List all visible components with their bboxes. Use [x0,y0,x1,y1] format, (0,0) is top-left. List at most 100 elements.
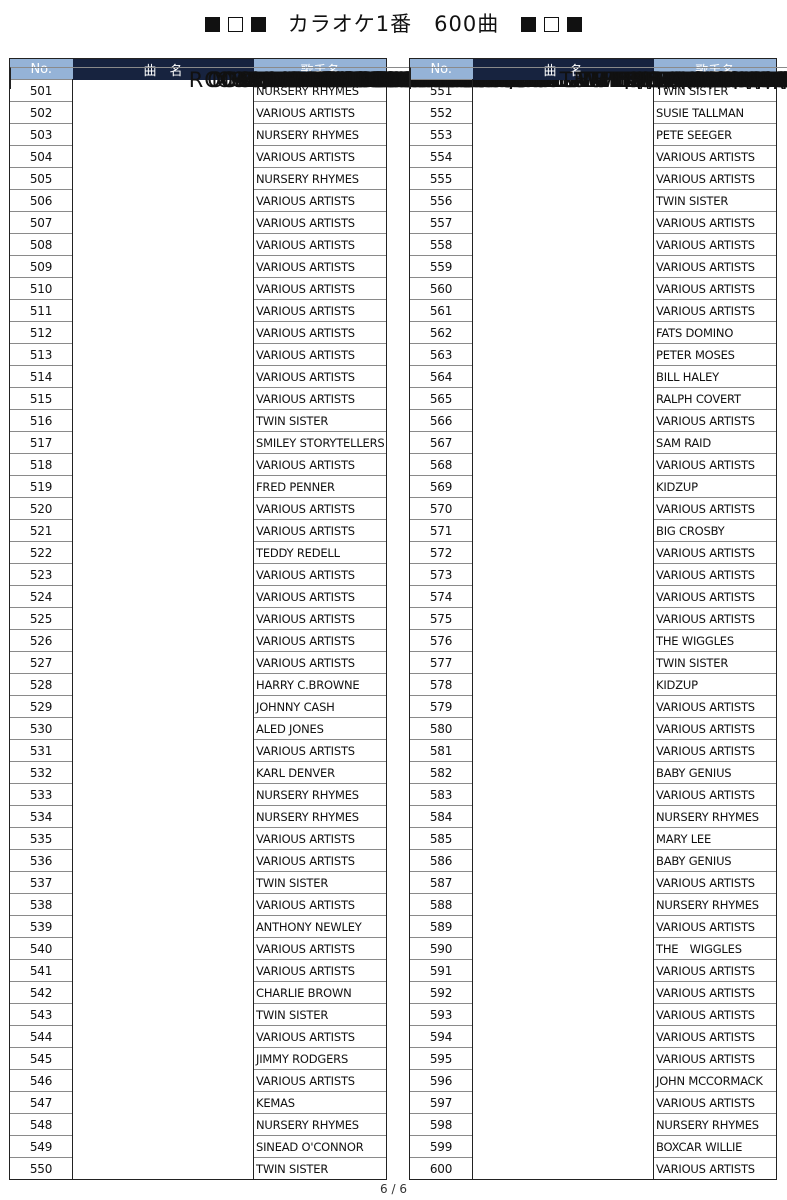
artist-name: VARIOUS ARTISTS [653,959,777,982]
song-number: 542 [9,981,73,1004]
artist-name: SUSIE TALLMAN [653,101,777,124]
song-number: 547 [9,1091,73,1114]
song-number: 600 [409,1157,473,1180]
song-number: 580 [409,717,473,740]
table-row: 582THE WHEELS ON THE BUSBABY GENIUS [409,66,787,784]
song-number: 585 [409,827,473,850]
song-number: 508 [9,233,73,256]
artist-name: KARL DENVER [252,761,388,784]
song-number: 549 [9,1135,73,1158]
table-row: 549 SILENT NIGHT!HOLY NIGHT! SINEAD O'CONN… [9,66,787,1158]
table-row: 545 RING RING THE BANJO JIMMY RODGERS [9,66,787,1070]
song-number: 527 [9,651,73,674]
title-text: カラオケ1番 600曲 [287,12,500,36]
table-row: 568THE FAREWELLVARIOUS ARTISTS [409,66,787,476]
table-row: 569THE FARMER IN THE DELLKIDZUP [409,66,787,498]
song-number: 574 [409,585,473,608]
table-row: 594VOYAGEUR'S SONGVARIOUS ARTISTS [409,66,787,1048]
song-number: 544 [9,1025,73,1048]
artist-name: VARIOUS ARTISTS [653,1091,777,1114]
artist-name: VARIOUS ARTISTS [252,563,388,586]
song-rows-left: 501 LITTLE BO PEEP NURSERY RHYMES 502 LOC'H … [9,66,787,1180]
artist-name: VARIOUS ARTISTS [653,1025,777,1048]
table-row: 535 ONLY ONE LOCK OF HER HAIR VARIOUS ARTI… [9,66,787,850]
table-row: 539 POP!GOES THE WEASEL ANTHONY NEWLEY [9,66,787,938]
song-number: 591 [409,959,473,982]
artist-name: VARIOUS ARTISTS [653,145,777,168]
song-number: 565 [409,387,473,410]
table-row: 528 OH BOYS CARRY ME'LONG HARRY C.BROWNE [9,66,787,696]
artist-name: VARIOUS ARTISTS [252,453,388,476]
artist-name: TWIN SISTER [653,651,777,674]
table-row: 513 MARCHING THROUGH GEORGIA VARIOUS ARTIS… [9,66,787,366]
table-row: 503 LONDON BRIDGE NURSERY RHYMES [9,66,787,146]
artist-name: SAM RAID [653,431,777,454]
artist-name: BOXCAR WILLIE [653,1135,777,1158]
table-row: 511 MAIDENS BRIGHT AND FAIR VARIOUS ARTIST… [9,66,787,322]
table-row: 589TOREADOR SONGVARIOUS ARTISTS [409,66,787,938]
song-number: 595 [409,1047,473,1070]
song-number: 510 [9,277,73,300]
song-number: 507 [9,211,73,234]
table-row: 579THE OLD TIMEVARIOUS ARTISTS [409,66,787,718]
artist-name: VARIOUS ARTISTS [653,453,777,476]
song-number: 599 [409,1135,473,1158]
song-number: 583 [409,783,473,806]
artist-name: BABY GENIUS [653,761,777,784]
table-row: 553SKIP TO MY LOUPETE SEEGER [409,66,787,146]
table-row: 596WHEN YOU AND I WERE YOUNG MAGGIEJOHN … [409,66,787,1092]
table-row: 519 MY GRANDFATHER'S CLOCK FRED PENNER [9,66,787,498]
table-row: 566THE BEAR WENT OVER THE MOUNTAINVARIOU… [409,66,787,432]
song-number: 578 [409,673,473,696]
song-number: 550 [9,1157,73,1180]
artist-name: PETE SEEGER [653,123,777,146]
song-number: 596 [409,1069,473,1092]
song-number: 587 [409,871,473,894]
hollow-square-icon [544,17,560,32]
song-number: 567 [409,431,473,454]
song-number: 598 [409,1113,473,1136]
song-number: 545 [9,1047,73,1070]
artist-name: VARIOUS ARTISTS [252,739,388,762]
artist-name: FATS DOMINO [653,321,777,344]
hollow-square-icon [227,17,243,32]
artist-name: KEMAS [252,1091,388,1114]
artist-name: VARIOUS ARTISTS [252,343,388,366]
song-title: YOU ARE SO PRETTY [409,66,787,89]
song-number: 558 [409,233,473,256]
table-row: 559STEAL AWAYVARIOUS ARTISTS [409,66,787,278]
artist-name: VARIOUS ARTISTS [252,255,388,278]
artist-name: JIMMY RODGERS [252,1047,388,1070]
table-row: 573THE LORELEYVARIOUS ARTISTS [409,66,787,586]
artist-name: VARIOUS ARTISTS [653,233,777,256]
song-number: 511 [9,299,73,322]
artist-name: VARIOUS ARTISTS [252,1025,388,1048]
song-rows-right: 551SIX LITTLE DUCKSTWIN SISTER552SKIDAMA… [409,66,787,1180]
table-row: 550 SING-A-LING TWIN SISTER [9,66,787,1180]
song-number: 533 [9,783,73,806]
song-number: 518 [9,453,73,476]
song-number: 517 [9,431,73,454]
table-row: 506 LOU'SIANA BELLE VARIOUS ARTISTS [9,66,787,212]
artist-name: VARIOUS ARTISTS [252,387,388,410]
song-number: 514 [9,365,73,388]
song-number: 540 [9,937,73,960]
song-number: 523 [9,563,73,586]
filled-square-icon [204,17,220,32]
artist-name: KIDZUP [653,475,777,498]
artist-name: NURSERY RHYMES [653,893,777,916]
song-number: 576 [409,629,473,652]
artist-name: VARIOUS ARTISTS [252,321,388,344]
table-row: 521 MY LOVE'S AN ARBUTUS VARIOUS ARTISTS [9,66,787,542]
artist-name: ALED JONES [252,717,388,740]
artist-name: THE WIGGLES [653,937,777,960]
song-number: 526 [9,629,73,652]
table-row: 538 PILGRIM CHORUS VARIOUS ARTISTS [9,66,787,916]
song-number: 532 [9,761,73,784]
table-row: 588TO MARKET TO MARKETNURSERY RHYMES [409,66,787,916]
artist-name: VARIOUS ARTISTS [653,1003,777,1026]
table-row: 537 PEANUT TWIN SISTER [9,66,787,894]
song-number: 561 [409,299,473,322]
artist-name: VARIOUS ARTISTS [653,915,777,938]
song-number: 556 [409,189,473,212]
